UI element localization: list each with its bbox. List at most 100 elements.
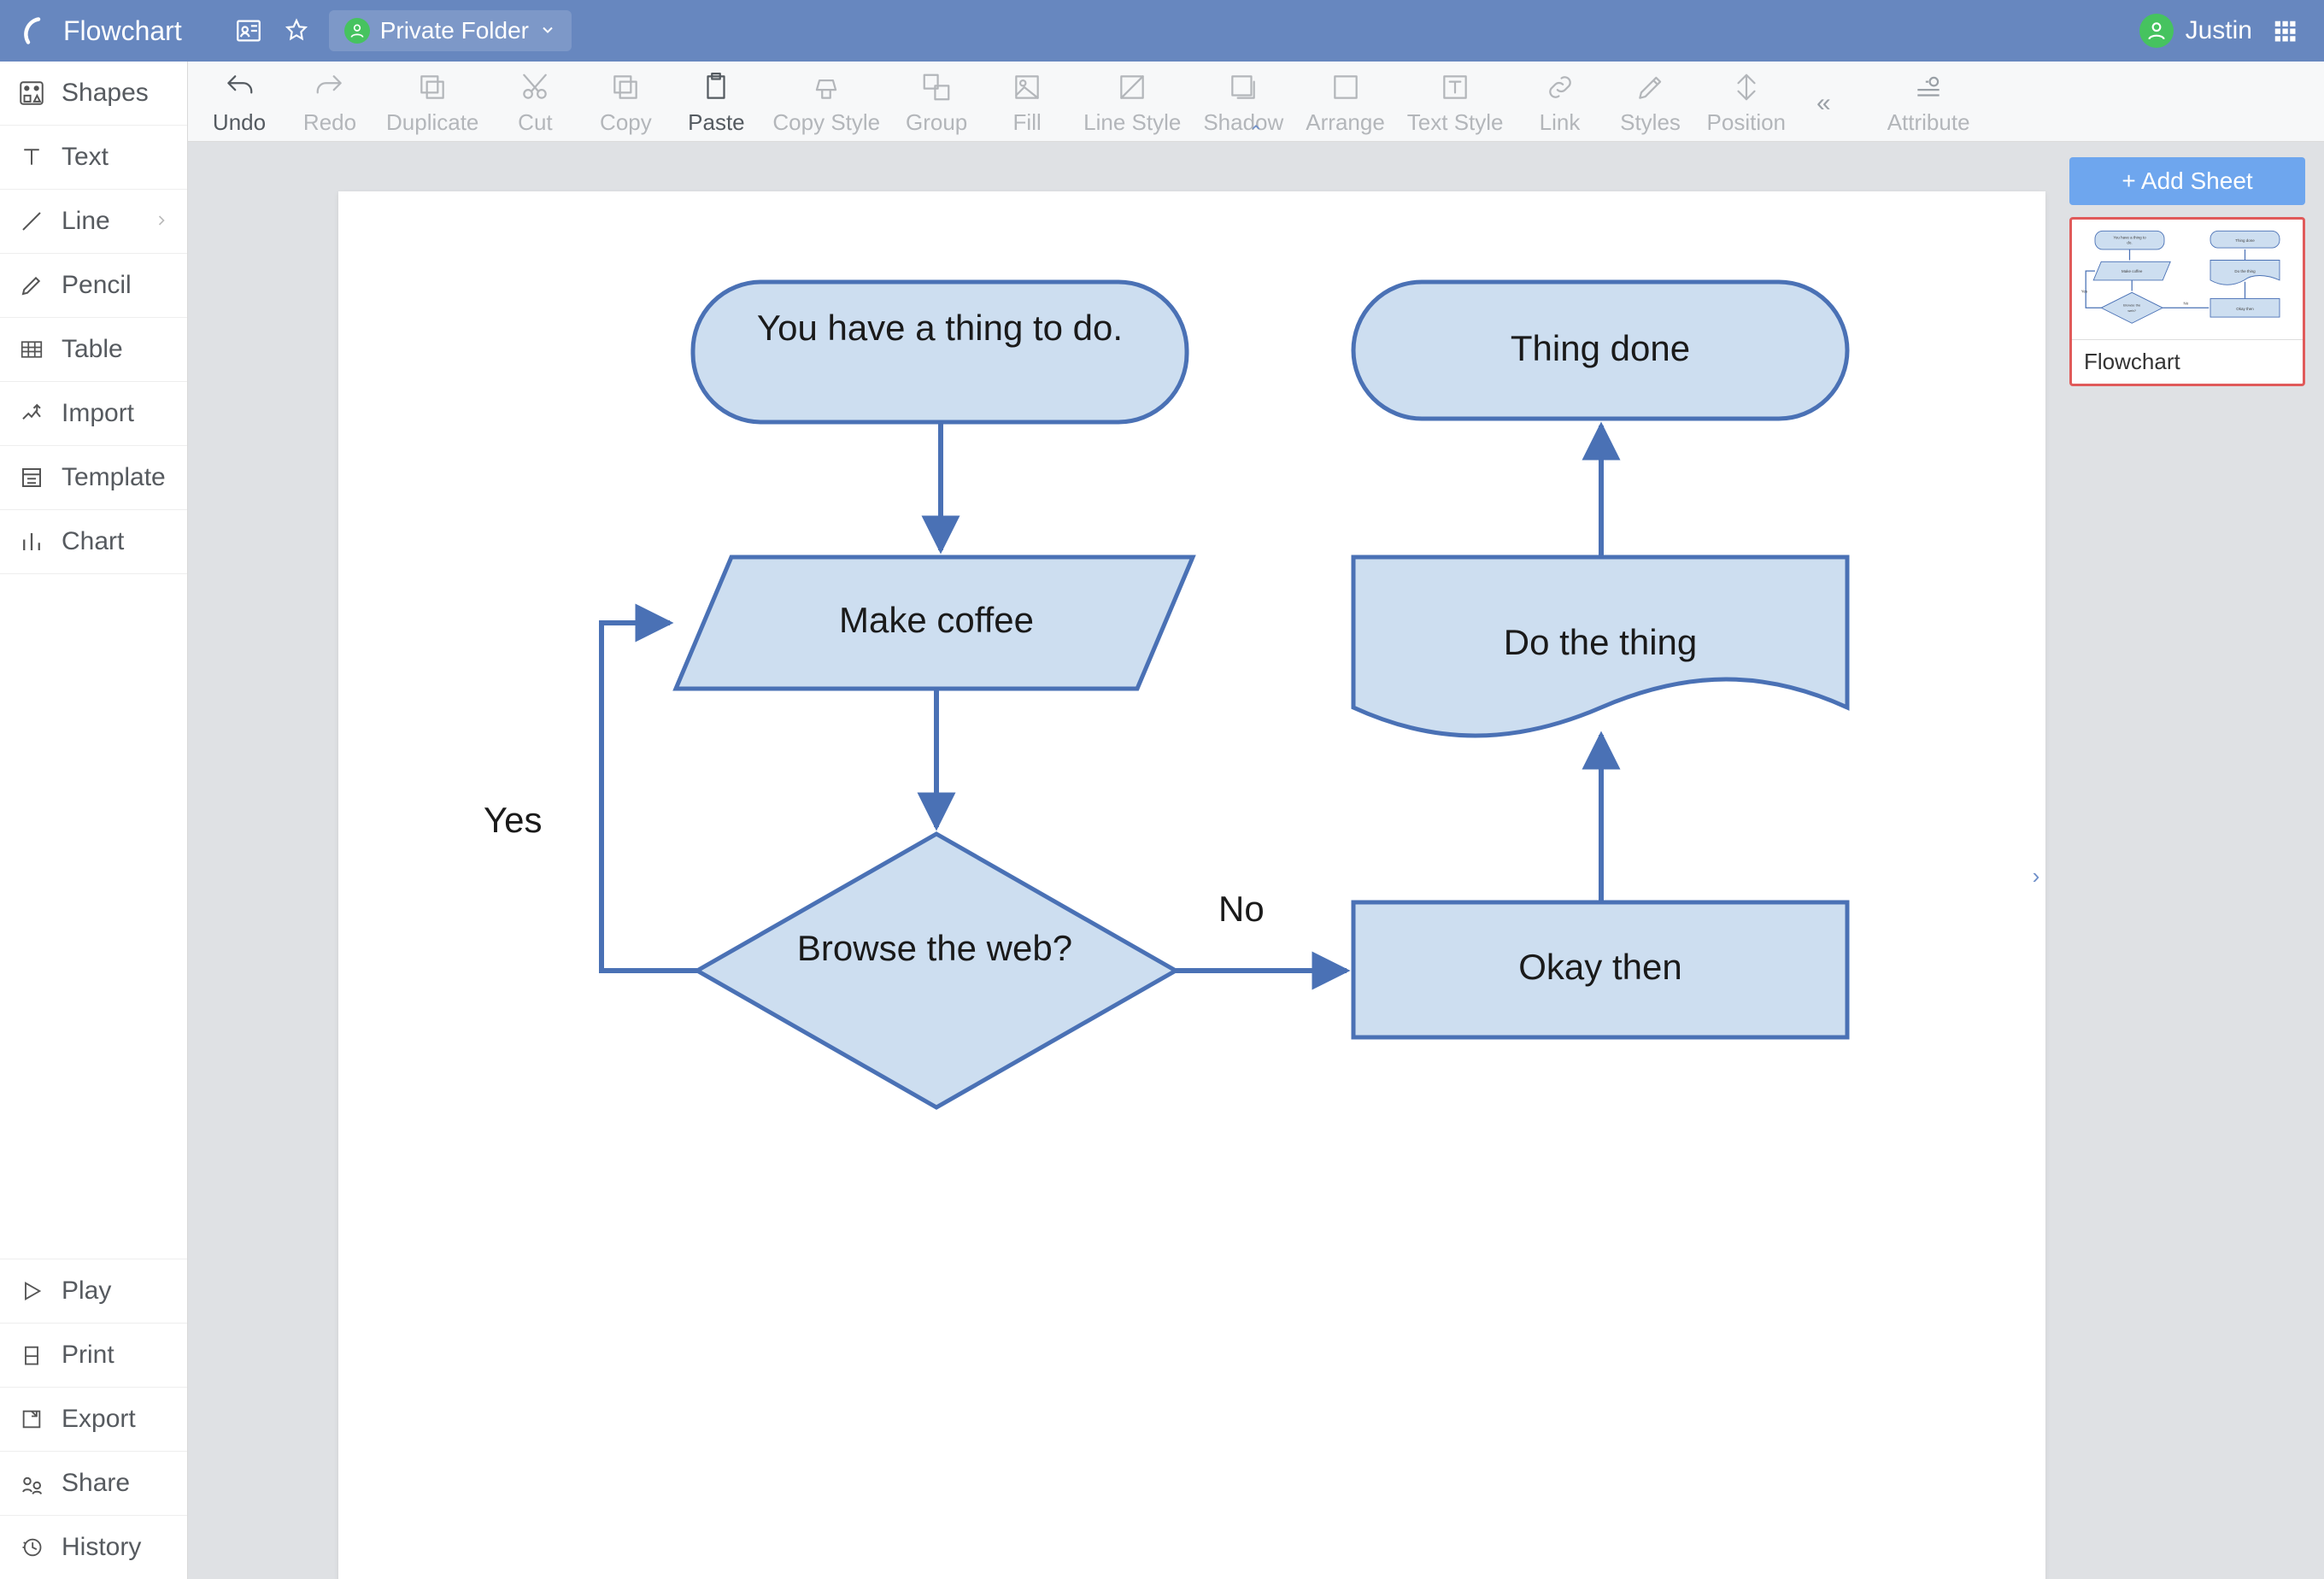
redo-icon [313,70,347,104]
toolbar-group-button[interactable]: Group [902,70,971,136]
svg-text:Thing done: Thing done [2235,238,2255,243]
toolbar-line-style-button[interactable]: Line Style [1083,70,1181,136]
toolbar-link-button[interactable]: Link [1526,70,1594,136]
sidebar-item-label: Template [62,463,166,492]
svg-text:do.: do. [2127,241,2132,245]
sheets-panel: + Add Sheet [2051,142,2324,1579]
text-icon [17,143,46,172]
toolbar-copy-button[interactable]: Copy [591,70,660,136]
toolbar-button-label: Cut [518,109,552,136]
toolbar-expand-caret-icon[interactable]: ⌃ [1249,121,1264,143]
document-title[interactable]: Flowchart [63,15,182,47]
sheet-thumbnail-preview: You have a thing to do. Thing done Make … [2072,220,2303,339]
toolbar-position-button[interactable]: Position [1707,70,1787,136]
node-okay-text: Okay then [1353,947,1847,988]
copy-style-icon [809,70,843,104]
node-coffee-text: Make coffee [697,600,1176,641]
svg-text:Yes: Yes [2081,289,2088,293]
toolbar-button-label: Copy [600,109,652,136]
svg-text:No: No [2184,302,2189,306]
node-browse[interactable] [697,834,1176,1107]
toolbar-button-label: Copy Style [772,109,880,136]
toolbar-button-label: Duplicate [386,109,478,136]
sheet-thumbnail-name: Flowchart [2072,339,2303,384]
sidebar-item-chart[interactable]: Chart [0,510,187,574]
sidebar-item-label: Line [62,207,110,236]
line-style-icon [1115,70,1149,104]
sidebar-item-label: Share [62,1469,130,1498]
svg-text:You have a thing to: You have a thing to [2113,235,2146,239]
sidebar-item-history[interactable]: History [0,1515,187,1579]
toolbar-button-label: Arrange [1306,109,1385,136]
flowchart-svg [338,191,2045,1579]
sidebar-item-print[interactable]: Print [0,1323,187,1387]
toolbar-styles-button[interactable]: Styles [1617,70,1685,136]
sidebar-item-shapes[interactable]: Shapes [0,62,187,126]
edge-label-yes: Yes [484,800,586,841]
toolbar-button-label: Attribute [1887,109,1970,136]
fill-icon [1010,70,1044,104]
node-start[interactable] [693,282,1187,422]
sidebar-item-import[interactable]: Import [0,382,187,446]
sidebar-item-pencil[interactable]: Pencil [0,254,187,318]
svg-text:web?: web? [2127,308,2136,313]
toolbar-shadow-button[interactable]: Shadow [1203,70,1283,136]
sidebar-item-template[interactable]: Template [0,446,187,510]
link-icon [1543,70,1577,104]
add-sheet-button[interactable]: + Add Sheet [2069,157,2305,205]
shadow-icon [1226,70,1260,104]
toolbar-copy-style-button[interactable]: Copy Style [772,70,880,136]
edge-label-no: No [1218,889,1304,930]
sidebar-item-label: Play [62,1277,111,1306]
toolbar-redo-button[interactable]: Redo [296,70,364,136]
line-icon [17,207,46,236]
template-icon [17,463,46,492]
sheet-thumbnail[interactable]: You have a thing to do. Thing done Make … [2069,217,2305,386]
svg-text:Browse the: Browse the [2123,303,2141,308]
left-sidebar: Shapes Text Line Pencil [0,62,188,1579]
sidebar-item-table[interactable]: Table [0,318,187,382]
toolbar-arrange-button[interactable]: Arrange [1306,70,1385,136]
sidebar-item-label: History [62,1533,141,1562]
panel-collapse-right-icon[interactable]: › [2023,850,2049,901]
folder-selector[interactable]: Private Folder [329,10,572,51]
apps-grid-icon[interactable] [2268,14,2302,48]
play-icon [17,1277,46,1306]
toolbar-button-label: Position [1707,109,1787,136]
export-icon [17,1405,46,1434]
toolbar-paste-button[interactable]: Paste [682,70,750,136]
sidebar-item-play[interactable]: Play [0,1259,187,1323]
sidebar-item-share[interactable]: Share [0,1451,187,1515]
sidebar-item-label: Import [62,399,134,428]
table-icon [17,335,46,364]
chevron-right-icon [153,207,170,236]
toolbar-cut-button[interactable]: Cut [501,70,569,136]
toolbar-overflow-icon[interactable]: « [1808,89,1840,118]
node-start-text: You have a thing to do. [693,308,1187,349]
toolbar-undo-button[interactable]: Undo [205,70,273,136]
user-menu[interactable]: Justin [2139,14,2252,48]
canvas[interactable]: You have a thing to do. Thing done Make … [338,191,2045,1579]
sidebar-item-label: Export [62,1405,136,1434]
canvas-stage: ‹ [188,142,2324,1579]
share-icon [17,1469,46,1498]
app-logo-icon[interactable] [15,15,46,46]
toolbar-attribute-button[interactable]: Attribute [1887,70,1970,136]
svg-text:Okay then: Okay then [2236,307,2254,311]
toolbar-button-label: Group [906,109,967,136]
group-icon [919,70,954,104]
star-icon[interactable] [279,14,314,48]
sidebar-item-text[interactable]: Text [0,126,187,190]
toolbar-fill-button[interactable]: Fill [993,70,1061,136]
history-icon [17,1533,46,1562]
undo-icon [222,70,256,104]
text-style-icon [1438,70,1472,104]
node-do-text: Do the thing [1353,622,1847,663]
position-icon [1729,70,1764,104]
sidebar-item-export[interactable]: Export [0,1387,187,1451]
contact-card-icon[interactable] [232,14,266,48]
user-avatar-icon [2139,14,2174,48]
sidebar-item-line[interactable]: Line [0,190,187,254]
toolbar-text-style-button[interactable]: Text Style [1407,70,1504,136]
toolbar-duplicate-button[interactable]: Duplicate [386,70,478,136]
